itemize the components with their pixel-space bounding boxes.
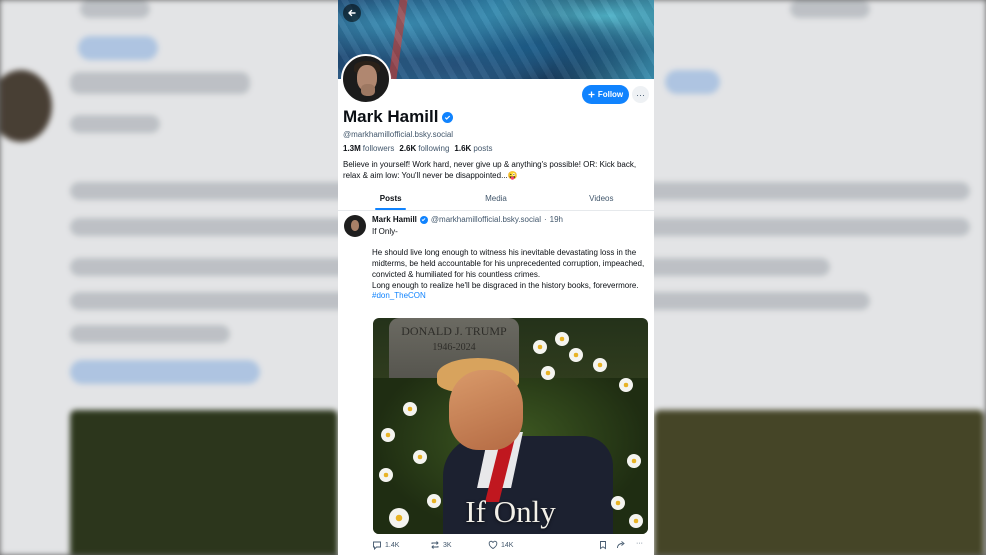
post-author[interactable]: Mark Hamill — [372, 215, 417, 224]
post-time: 19h — [549, 215, 564, 224]
heart-icon — [488, 540, 498, 550]
follow-button[interactable]: Follow — [582, 85, 629, 104]
post-avatar[interactable] — [344, 215, 366, 237]
profile-panel: Follow ··· Mark Hamill @markhamilloffici… — [338, 0, 654, 555]
display-name: Mark Hamill — [343, 107, 439, 126]
more-horizontal-icon: ··· — [636, 540, 643, 547]
more-horizontal-icon: ··· — [636, 89, 645, 100]
bookmark-button[interactable] — [598, 540, 608, 550]
profile-bio: Believe in yourself! Work hard, never gi… — [343, 160, 637, 180]
bookmark-icon — [600, 541, 606, 550]
post-actions: 1.4K 3K 14K ··· — [372, 540, 648, 554]
repost-button[interactable]: 3K — [430, 540, 452, 550]
post-handle[interactable]: @markhamillofficial.bsky.social — [431, 215, 541, 224]
like-count: 14K — [501, 541, 514, 549]
follow-label: Follow — [597, 90, 624, 99]
reply-icon — [373, 541, 381, 550]
verified-check-icon — [442, 111, 454, 123]
profile-more-button[interactable]: ··· — [632, 86, 649, 103]
plus-icon — [588, 91, 595, 98]
profile-tabs: Posts Media Videos — [338, 189, 654, 211]
like-button[interactable]: 14K — [488, 540, 513, 550]
share-button[interactable] — [616, 540, 626, 550]
post-text: If Only- He should live long enough to w… — [372, 227, 648, 302]
back-arrow-icon — [348, 9, 356, 17]
verified-check-icon — [419, 215, 428, 224]
post-image[interactable]: DONALD J. TRUMP 1946-2024 If Only — [373, 318, 648, 534]
back-button[interactable] — [343, 4, 361, 22]
profile-handle: @markhamillofficial.bsky.social — [343, 130, 454, 139]
tab-videos[interactable]: Videos — [549, 189, 654, 210]
post-text-paragraph2: Long enough to realize he'll be disgrace… — [372, 280, 639, 290]
repost-count: 3K — [443, 541, 452, 549]
reply-button[interactable]: 1.4K — [372, 540, 399, 550]
reply-count: 1.4K — [385, 541, 400, 549]
post-hashtag[interactable]: #don_TheCON — [372, 291, 648, 302]
image-caption: If Only — [465, 494, 556, 529]
profile-stats: 1.3M followers 2.6K following 1.6K posts — [343, 144, 492, 153]
tab-media[interactable]: Media — [443, 189, 548, 210]
posts-stat: 1.6K posts — [454, 144, 493, 153]
post-header: Mark Hamill @markhamillofficial.bsky.soc… — [372, 215, 564, 224]
post-more-button[interactable]: ··· — [636, 540, 643, 547]
following-stat[interactable]: 2.6K following — [399, 144, 449, 153]
headstone-name: DONALD J. TRUMP — [401, 324, 507, 338]
post-text-line1: If Only- — [372, 227, 398, 236]
repost-icon — [431, 541, 439, 549]
tab-posts[interactable]: Posts — [338, 189, 443, 210]
followers-stat[interactable]: 1.3M followers — [343, 144, 394, 153]
profile-name: Mark Hamill — [343, 107, 454, 127]
profile-avatar[interactable] — [341, 54, 391, 104]
share-icon — [617, 541, 625, 549]
post-text-paragraph: He should live long enough to witness hi… — [372, 248, 645, 279]
headstone-dates: 1946-2024 — [432, 342, 476, 353]
